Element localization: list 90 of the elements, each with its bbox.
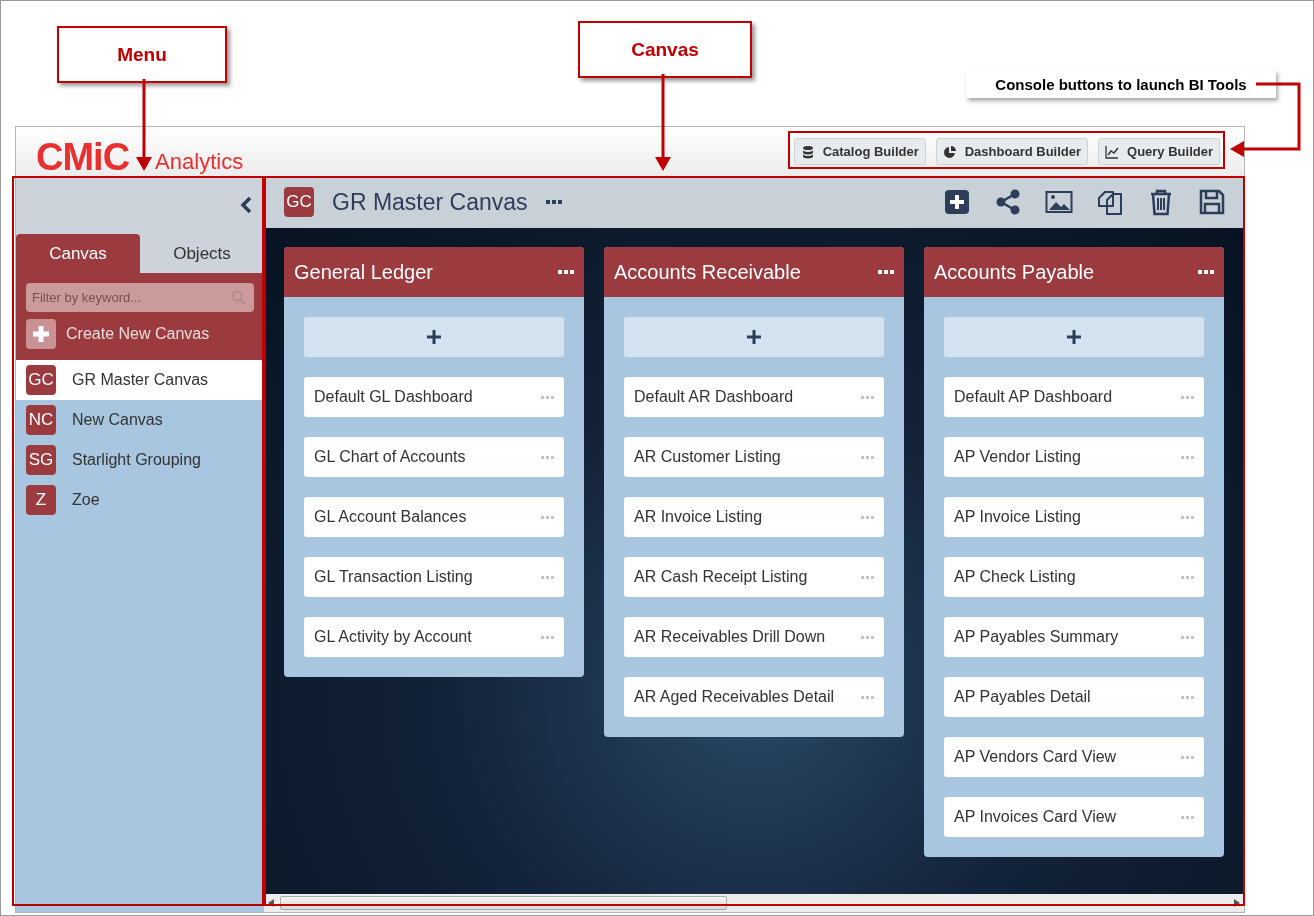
item-label: AP Vendors Card View — [954, 748, 1117, 766]
board-item[interactable]: GL Chart of Accounts — [304, 437, 564, 477]
canvas-list-item[interactable]: Z Zoe — [16, 480, 264, 520]
canvas-name: New Canvas — [72, 411, 163, 429]
canvas-list-item[interactable]: NC New Canvas — [16, 400, 264, 440]
board-item[interactable]: Default GL Dashboard — [304, 377, 564, 417]
item-label: AP Payables Summary — [954, 628, 1119, 646]
console-button[interactable]: Dashboard Builder — [935, 138, 1089, 165]
canvas-name: Zoe — [72, 491, 100, 509]
callout-label: Canvas — [578, 21, 752, 78]
left-arrow-icon[interactable] — [268, 899, 274, 907]
board-item[interactable]: GL Transaction Listing — [304, 557, 564, 597]
plus-icon — [747, 330, 761, 344]
share-icon[interactable] — [994, 188, 1022, 216]
item-label: AR Aged Receivables Detail — [634, 688, 835, 706]
board-item[interactable]: GL Account Balances — [304, 497, 564, 537]
initials-badge: SG — [26, 445, 56, 475]
canvas-name: Starlight Grouping — [72, 451, 201, 469]
item-label: AR Cash Receipt Listing — [634, 568, 808, 586]
item-label: GL Activity by Account — [314, 628, 472, 646]
callout-label: Menu — [57, 26, 227, 83]
right-arrow-icon[interactable] — [1234, 899, 1240, 907]
canvas-name: GR Master Canvas — [72, 371, 209, 389]
more-icon[interactable] — [878, 270, 894, 274]
item-label: AR Receivables Drill Down — [634, 628, 826, 646]
image-icon[interactable] — [1045, 188, 1073, 216]
copy-icon[interactable] — [1096, 188, 1124, 216]
initials-badge: GC — [284, 187, 314, 217]
item-label: AR Invoice Listing — [634, 508, 763, 526]
sidebar-tab[interactable]: Canvas — [16, 234, 140, 273]
plus-icon — [26, 319, 56, 349]
item-label: Default AR Dashboard — [634, 388, 794, 406]
board-item[interactable]: AR Receivables Drill Down — [624, 617, 884, 657]
pie-chart-icon — [942, 144, 957, 159]
add-item-button[interactable] — [624, 317, 884, 357]
console-button[interactable]: Catalog Builder — [793, 138, 926, 165]
create-canvas-button[interactable]: Create New Canvas — [26, 316, 254, 352]
canvas-title: GR Master Canvas — [332, 188, 528, 216]
database-icon — [800, 144, 815, 159]
console-button[interactable]: Query Builder — [1098, 138, 1220, 165]
more-icon[interactable] — [558, 270, 574, 274]
item-label: Default GL Dashboard — [314, 388, 473, 406]
logo: CMiC — [36, 138, 130, 175]
initials-badge: GC — [26, 365, 56, 395]
board-title: Accounts Receivable — [614, 260, 801, 284]
board-item[interactable]: AP Payables Detail — [944, 677, 1204, 717]
initials-badge: Z — [26, 485, 56, 515]
item-label: AP Invoices Card View — [954, 808, 1117, 826]
item-label: GL Transaction Listing — [314, 568, 473, 586]
board-item[interactable]: AP Vendors Card View — [944, 737, 1204, 777]
add-item-button[interactable] — [304, 317, 564, 357]
board-item[interactable]: GL Activity by Account — [304, 617, 564, 657]
board-item[interactable]: AR Invoice Listing — [624, 497, 884, 537]
plus-icon — [427, 330, 441, 344]
board-item[interactable]: Default AP Dashboard — [944, 377, 1204, 417]
board-item[interactable]: AR Cash Receipt Listing — [624, 557, 884, 597]
board-item[interactable]: AP Vendor Listing — [944, 437, 1204, 477]
item-label: AP Check Listing — [954, 568, 1076, 586]
line-chart-icon — [1105, 144, 1120, 159]
item-label: Default AP Dashboard — [954, 388, 1113, 406]
more-icon[interactable] — [1198, 270, 1214, 274]
filter-field[interactable]: Filter by keyword... — [26, 283, 254, 312]
add-item-button[interactable] — [944, 317, 1204, 357]
product-name: Analytics — [155, 148, 244, 175]
item-label: AR Customer Listing — [634, 448, 781, 466]
save-icon[interactable] — [1198, 188, 1226, 216]
add-icon[interactable] — [943, 188, 971, 216]
collapse-chevron-icon[interactable] — [240, 196, 252, 214]
item-label: AP Payables Detail — [954, 688, 1091, 706]
board-item[interactable]: AP Invoices Card View — [944, 797, 1204, 837]
sidebar-tab[interactable]: Objects — [140, 234, 264, 273]
board-title: Accounts Payable — [934, 260, 1095, 284]
board-title: General Ledger — [294, 260, 433, 284]
canvas-list-item[interactable]: GC GR Master Canvas — [16, 360, 264, 400]
item-label: AP Invoice Listing — [954, 508, 1081, 526]
board-item[interactable]: AP Payables Summary — [944, 617, 1204, 657]
board-item[interactable]: AR Aged Receivables Detail — [624, 677, 884, 717]
board-item[interactable]: AP Invoice Listing — [944, 497, 1204, 537]
item-label: GL Chart of Accounts — [314, 448, 466, 466]
board-item[interactable]: Default AR Dashboard — [624, 377, 884, 417]
search-icon — [231, 290, 246, 305]
board-item[interactable]: AR Customer Listing — [624, 437, 884, 477]
more-icon[interactable] — [545, 200, 562, 204]
callout-label: Console buttons to launch BI Tools — [966, 70, 1276, 98]
plus-icon — [1067, 330, 1081, 344]
board-item[interactable]: AP Check Listing — [944, 557, 1204, 597]
canvas-list-item[interactable]: SG Starlight Grouping — [16, 440, 264, 480]
item-label: AP Vendor Listing — [954, 448, 1081, 466]
initials-badge: NC — [26, 405, 56, 435]
item-label: GL Account Balances — [314, 508, 467, 526]
